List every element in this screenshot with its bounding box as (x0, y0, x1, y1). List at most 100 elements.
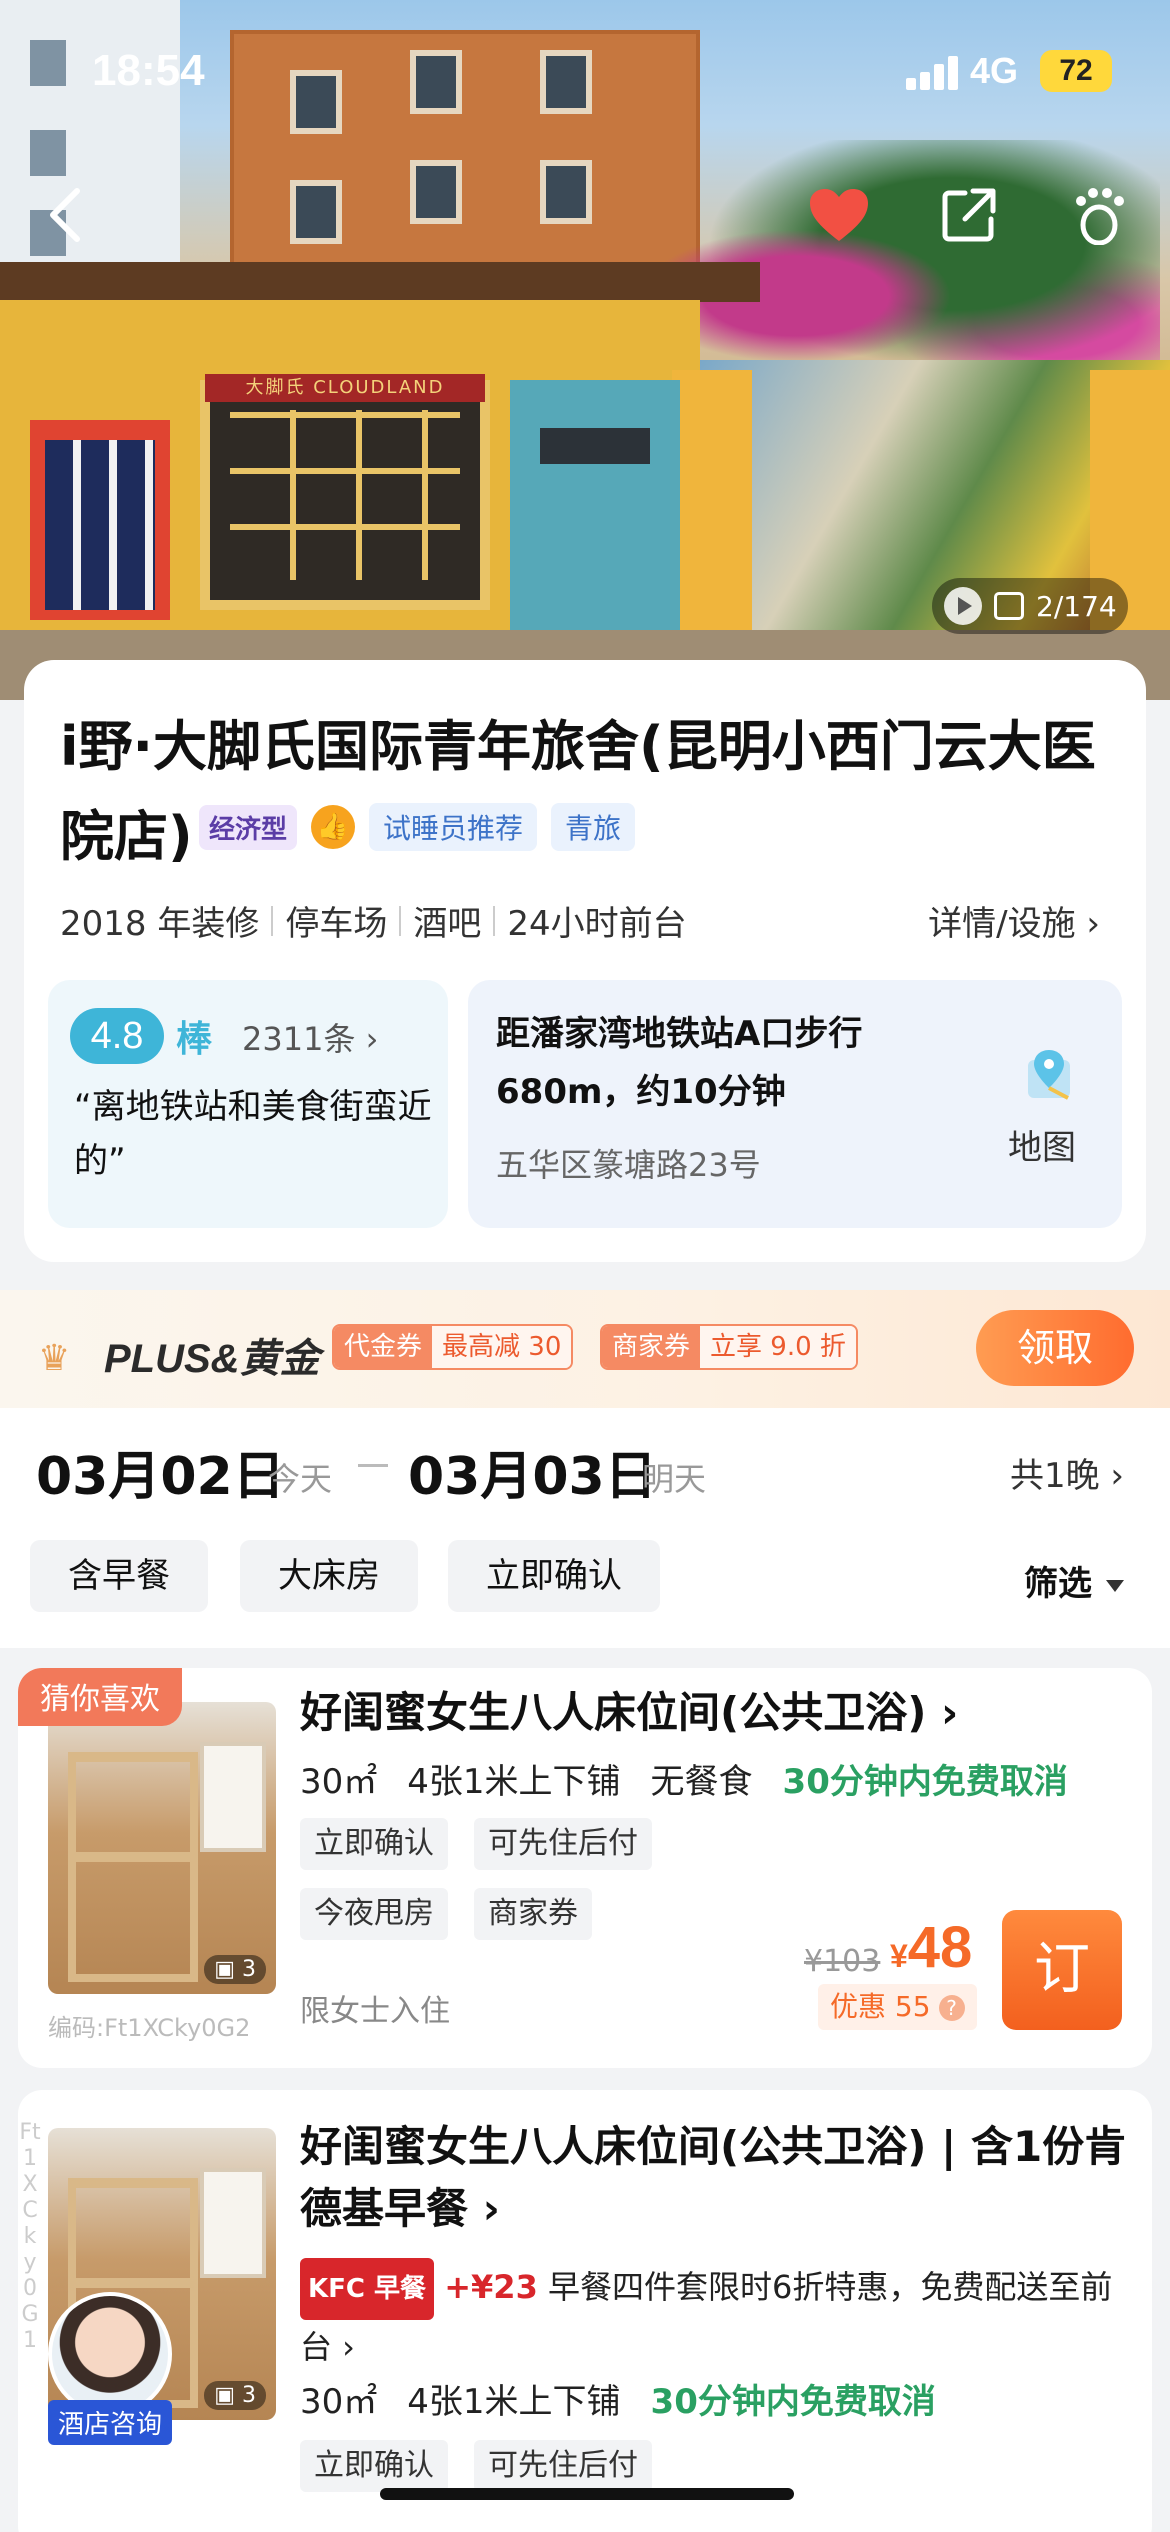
location-walk-time: 680m，约10分钟 (496, 1072, 786, 1112)
shop-sign: 大脚氏 CLOUDLAND (205, 374, 485, 402)
rating-score: 4.8 (70, 1008, 164, 1064)
discount-tag[interactable]: 优惠 55? (818, 1984, 977, 2030)
breakfast-promo[interactable]: KFC 早餐 +¥23 早餐四件套限时6折特惠，免费配送至前台 › (300, 2258, 1130, 2374)
coupon-value: 立享 9.0 折 (700, 1326, 856, 1368)
facility-item: 酒吧 (413, 904, 482, 944)
back-icon[interactable] (30, 180, 100, 250)
kfc-price: +¥23 (444, 2268, 538, 2306)
date-separator (358, 1464, 388, 1467)
room-chip: 可先住后付 (474, 2440, 652, 2492)
dropdown-icon (1106, 1579, 1124, 1592)
room-specs: 30㎡ 4张1米上下铺 无餐食 30分钟内免费取消 (300, 1754, 1068, 1803)
signal-icon (906, 56, 958, 90)
location-box[interactable]: 距潘家湾地铁站A口步行 680m，约10分钟 五华区篆塘路23号 地图 (468, 980, 1122, 1228)
photo-counter[interactable]: 2/174 (932, 578, 1128, 634)
female-only-note: 限女士入住 (300, 1994, 450, 2029)
blue-door (510, 380, 680, 630)
room-area: 30㎡ (300, 2382, 378, 2422)
shop-window (200, 380, 490, 610)
original-price: ¥103 (804, 1944, 881, 1979)
hotel-info-card: i野·大脚氏国际青年旅舍(昆明小西门云大医院店) 经济型 👍 试睡员推荐 青旅 … (24, 660, 1146, 1262)
vertical-room-code: Ft1XCky0G1 (19, 2120, 41, 2353)
location-distance: 距潘家湾地铁站A口步行 (496, 1014, 863, 1054)
room-card[interactable]: Ft1XCky0G1 ▣ 3 酒店咨询 好闺蜜女生八人床位间(公共卫浴) | 含… (18, 2090, 1152, 2532)
help-icon: ? (938, 1995, 965, 2021)
facility-item: 24小时前台 (507, 904, 687, 944)
room-specs: 30㎡ 4张1米上下铺 30分钟内免费取消 (300, 2374, 936, 2423)
coupon-merchant[interactable]: 商家券 立享 9.0 折 (600, 1324, 858, 1370)
coupon-value: 最高减 30 (432, 1326, 572, 1368)
checkin-date[interactable]: 03月02日 (36, 1434, 285, 1509)
room-beds: 4张1米上下铺 (407, 2382, 621, 2422)
room-chip: 可先住后付 (474, 1818, 652, 1870)
room-title[interactable]: 好闺蜜女生八人床位间(公共卫浴) | 含1份肯德基早餐 › (300, 2116, 1130, 2240)
map-label[interactable]: 地图 (1008, 1120, 1076, 1169)
hotel-tags: 经济型 👍 试睡员推荐 青旅 (199, 803, 636, 851)
room-meal: 无餐食 (650, 1762, 753, 1802)
filter-breakfast[interactable]: 含早餐 (30, 1540, 208, 1612)
room-code: 编码:Ft1XCky0G2 (48, 2014, 251, 2042)
room-title[interactable]: 好闺蜜女生八人床位间(公共卫浴) › (300, 1682, 1130, 1744)
checkout-date[interactable]: 03月03日 (408, 1434, 657, 1509)
tibetan-door (30, 420, 170, 620)
plus-title: PLUS&黄金 (104, 1337, 320, 1381)
heart-icon[interactable] (804, 180, 874, 250)
image-count: ▣ 3 (204, 2381, 266, 2410)
date-filter-panel: 03月02日 今天 03月03日 明天 共1晚 › 含早餐 大床房 立即确认 筛… (0, 1408, 1170, 1648)
rating-box[interactable]: 4.8 棒 2311条 › “离地铁站和美食街蛮近的” (48, 980, 448, 1228)
kfc-breakfast-tag: KFC 早餐 (300, 2258, 435, 2320)
crown-icon: ♛ (38, 1338, 71, 1379)
gallery-icon (994, 592, 1024, 620)
room-chip: 立即确认 (300, 1818, 448, 1870)
facility-list[interactable]: 2018 年装修 停车场 酒吧 24小时前台 (60, 896, 687, 945)
photo-counter-text: 2/174 (1036, 589, 1117, 623)
image-count: ▣ 3 (204, 1955, 266, 1984)
coupon-kind: 代金券 (334, 1326, 433, 1368)
room-card[interactable]: ▣ 3 猜你喜欢 编码:Ft1XCky0G2 好闺蜜女生八人床位间(公共卫浴) … (18, 1668, 1152, 2068)
nights-count[interactable]: 共1晚 › (1010, 1448, 1124, 1497)
thumbs-up-icon: 👍 (311, 805, 356, 849)
room-beds: 4张1米上下铺 (407, 1762, 621, 1802)
tag-economy: 经济型 (199, 804, 298, 850)
room-chip: 商家券 (474, 1888, 592, 1940)
checkin-label: 今天 (268, 1460, 333, 1498)
share-icon[interactable] (934, 180, 1004, 250)
footprint-icon[interactable] (1064, 180, 1134, 250)
cancel-policy: 30分钟内免费取消 (782, 1762, 1068, 1802)
checkout-label: 明天 (642, 1460, 707, 1498)
details-facilities-link[interactable]: 详情/设施 › (928, 896, 1100, 945)
room-area: 30㎡ (300, 1762, 378, 1802)
tag-youth-hostel: 青旅 (551, 803, 636, 851)
consult-label: 酒店咨询 (48, 2400, 173, 2445)
filter-instant-confirm[interactable]: 立即确认 (448, 1540, 660, 1612)
status-bar: 18:54 4G 72 (0, 0, 1170, 150)
facility-item: 停车场 (285, 904, 388, 944)
play-video-icon[interactable] (944, 587, 982, 625)
map-pin-icon[interactable] (1024, 1046, 1074, 1102)
hotel-name: i野·大脚氏国际青年旅舍(昆明小西门云大医院店) (60, 715, 1096, 868)
pillar (672, 370, 752, 630)
recommend-badge: 猜你喜欢 (18, 1668, 182, 1726)
location-address: 五华区篆塘路23号 (496, 1146, 761, 1184)
network-type: 4G (970, 50, 1019, 91)
cancel-policy: 30分钟内免费取消 (650, 2382, 936, 2422)
book-button[interactable]: 订 (1002, 1910, 1122, 2030)
filter-button[interactable]: 筛选 (1024, 1556, 1124, 1605)
review-quote: “离地铁站和美食街蛮近的” (74, 1087, 432, 1181)
battery-icon: 72 (1040, 50, 1112, 92)
filter-label: 筛选 (1024, 1564, 1092, 1604)
facility-item: 2018 年装修 (60, 904, 260, 944)
status-time: 18:54 (92, 46, 205, 95)
room-chip: 今夜甩房 (300, 1888, 448, 1940)
roof (0, 262, 760, 302)
plus-membership-bar: ♛ PLUS&黄金 代金券 最高减 30 商家券 立享 9.0 折 领取 (0, 1290, 1170, 1408)
customer-service-avatar (48, 2292, 172, 2416)
room-chip: 立即确认 (300, 2440, 448, 2492)
claim-button[interactable]: 领取 (976, 1310, 1134, 1386)
home-indicator[interactable] (380, 2488, 794, 2500)
coupon-kind: 商家券 (602, 1326, 701, 1368)
coupon-voucher[interactable]: 代金券 最高减 30 (332, 1324, 574, 1370)
room-photo[interactable]: ▣ 3 (48, 1702, 276, 1994)
hotel-consult[interactable]: 酒店咨询 (48, 2292, 178, 2445)
filter-king-bed[interactable]: 大床房 (240, 1540, 418, 1612)
